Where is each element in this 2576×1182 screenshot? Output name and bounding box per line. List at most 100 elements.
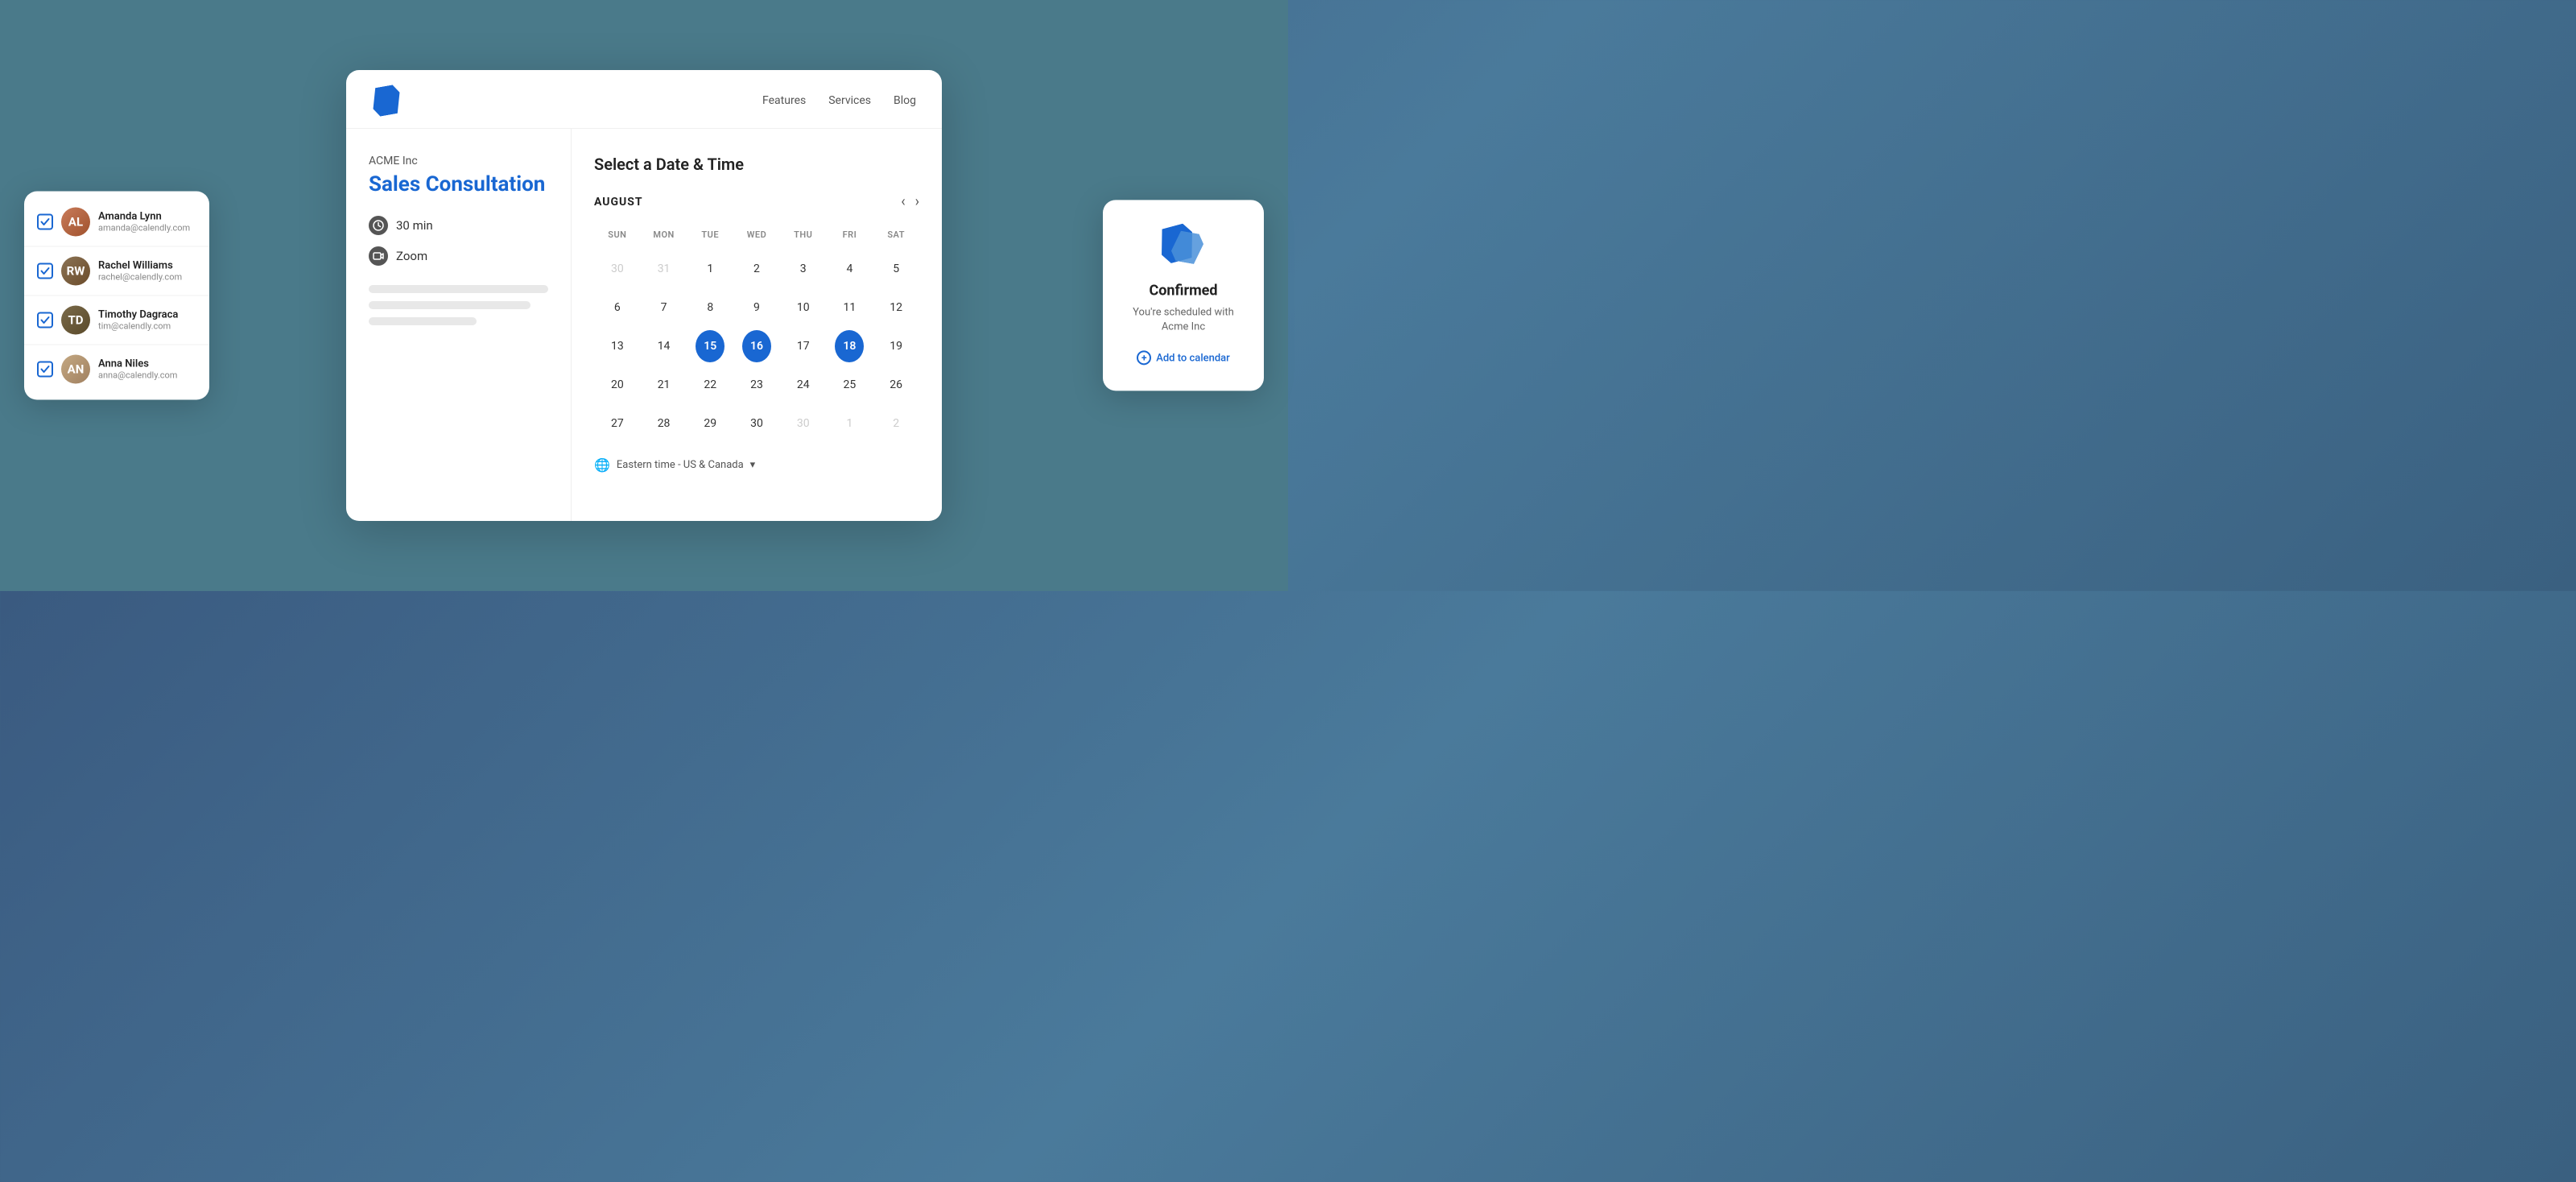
cal-day-15-selected[interactable]: 15 (696, 330, 724, 362)
cal-day[interactable]: 20 (603, 369, 632, 401)
checkmark-icon (40, 267, 50, 276)
calendar-weekdays: SUN MON TUE WED THU FRI SAT (594, 226, 919, 243)
cal-day[interactable]: 23 (742, 369, 771, 401)
weekday-wed: WED (733, 226, 780, 243)
cal-day[interactable]: 12 (881, 291, 910, 324)
user-info-amanda: Amanda Lynn amanda@calendly.com (98, 211, 190, 234)
nav-links: Features Services Blog (762, 94, 916, 107)
checkbox-timothy[interactable] (37, 312, 53, 329)
avatar-rachel: RW (61, 257, 90, 286)
cal-day[interactable]: 30 (742, 407, 771, 440)
cal-day[interactable]: 4 (835, 253, 864, 285)
checkbox-rachel[interactable] (37, 263, 53, 279)
calendly-logo-icon (369, 84, 403, 118)
checkmark-icon (40, 316, 50, 325)
user-info-rachel: Rachel Williams rachel@calendly.com (98, 260, 182, 283)
cal-day[interactable]: 8 (696, 291, 724, 324)
event-title: Sales Consultation (369, 172, 548, 196)
weekday-fri: FRI (827, 226, 873, 243)
nav-services[interactable]: Services (828, 94, 871, 107)
cal-day[interactable]: 17 (789, 330, 818, 362)
add-to-calendar-button[interactable]: + Add to calendar (1137, 351, 1230, 366)
skeleton-line-2 (369, 301, 530, 309)
avatar-face-timothy: TD (61, 306, 90, 335)
cal-day[interactable]: 24 (789, 369, 818, 401)
cal-day[interactable]: 25 (835, 369, 864, 401)
nav-features[interactable]: Features (762, 94, 806, 107)
clock-svg (373, 220, 384, 231)
next-month-button[interactable]: › (915, 193, 919, 210)
booking-right: Select a Date & Time AUGUST ‹ › SUN MON … (572, 129, 942, 521)
cal-day[interactable]: 28 (650, 407, 679, 440)
checkbox-anna[interactable] (37, 362, 53, 378)
cal-day[interactable]: 9 (742, 291, 771, 324)
cal-day[interactable]: 14 (650, 330, 679, 362)
calendar-section-title: Select a Date & Time (594, 155, 919, 174)
cal-day[interactable]: 30 (603, 253, 632, 285)
user-email-amanda: amanda@calendly.com (98, 223, 190, 234)
skeleton-lines (369, 285, 548, 325)
clock-icon (369, 216, 388, 235)
zoom-svg (373, 250, 384, 262)
checkmark-icon (40, 217, 50, 227)
cal-day[interactable]: 1 (696, 253, 724, 285)
confirm-logo (1159, 225, 1208, 266)
checkbox-amanda[interactable] (37, 214, 53, 230)
company-name: ACME Inc (369, 155, 548, 167)
timezone-dropdown-icon: ▾ (750, 459, 756, 471)
avatar-face-amanda: AL (61, 208, 90, 237)
avatar-face-rachel: RW (61, 257, 90, 286)
scene: AL Amanda Lynn amanda@calendly.com RW Ra… (0, 0, 1288, 591)
cal-day[interactable]: 5 (881, 253, 910, 285)
user-item-timothy[interactable]: TD Timothy Dagraca tim@calendly.com (24, 296, 209, 345)
user-email-timothy: tim@calendly.com (98, 321, 178, 332)
user-item-rachel[interactable]: RW Rachel Williams rachel@calendly.com (24, 247, 209, 296)
cal-day[interactable]: 10 (789, 291, 818, 324)
booking-content: ACME Inc Sales Consultation 30 min (346, 129, 942, 521)
cal-day[interactable]: 13 (603, 330, 632, 362)
cal-day-16-selected[interactable]: 16 (742, 330, 771, 362)
calendar-grid: SUN MON TUE WED THU FRI SAT 30 31 1 2 (594, 226, 919, 441)
user-item-amanda[interactable]: AL Amanda Lynn amanda@calendly.com (24, 198, 209, 247)
cal-day[interactable]: 30 (789, 407, 818, 440)
user-name-rachel: Rachel Williams (98, 260, 182, 272)
cal-day[interactable]: 2 (742, 253, 771, 285)
cal-day[interactable]: 26 (881, 369, 910, 401)
cal-day-18-selected[interactable]: 18 (835, 330, 864, 362)
add-calendar-label: Add to calendar (1156, 352, 1230, 364)
nav-blog[interactable]: Blog (894, 94, 916, 107)
cal-day[interactable]: 31 (650, 253, 679, 285)
user-name-amanda: Amanda Lynn (98, 211, 190, 223)
cal-day[interactable]: 7 (650, 291, 679, 324)
avatar-timothy: TD (61, 306, 90, 335)
cal-day[interactable]: 19 (881, 330, 910, 362)
avatar-face-anna: AN (61, 355, 90, 384)
confirm-subtitle: You're scheduled with Acme Inc (1119, 305, 1248, 334)
user-email-anna: anna@calendly.com (98, 370, 177, 381)
skeleton-line-1 (369, 285, 548, 293)
month-name: AUGUST (594, 196, 643, 209)
checkmark-icon (40, 365, 50, 374)
cal-day[interactable]: 6 (603, 291, 632, 324)
avatar-anna: AN (61, 355, 90, 384)
weekday-thu: THU (780, 226, 827, 243)
booking-nav: Features Services Blog (346, 70, 942, 129)
timezone-row[interactable]: 🌐 Eastern time - US & Canada ▾ (594, 457, 919, 473)
cal-day[interactable]: 22 (696, 369, 724, 401)
cal-day[interactable]: 29 (696, 407, 724, 440)
globe-icon: 🌐 (594, 457, 610, 473)
cal-day[interactable]: 2 (881, 407, 910, 440)
cal-day[interactable]: 3 (789, 253, 818, 285)
cal-day[interactable]: 21 (650, 369, 679, 401)
cal-day[interactable]: 11 (835, 291, 864, 324)
weekday-mon: MON (641, 226, 687, 243)
confirmation-panel: Confirmed You're scheduled with Acme Inc… (1103, 200, 1264, 391)
add-calendar-icon: + (1137, 351, 1151, 366)
user-item-anna[interactable]: AN Anna Niles anna@calendly.com (24, 345, 209, 394)
cal-day[interactable]: 1 (835, 407, 864, 440)
nav-arrows: ‹ › (901, 193, 919, 210)
event-duration-row: 30 min (369, 216, 548, 235)
cal-day[interactable]: 27 (603, 407, 632, 440)
skeleton-line-3 (369, 317, 477, 325)
prev-month-button[interactable]: ‹ (901, 193, 905, 210)
